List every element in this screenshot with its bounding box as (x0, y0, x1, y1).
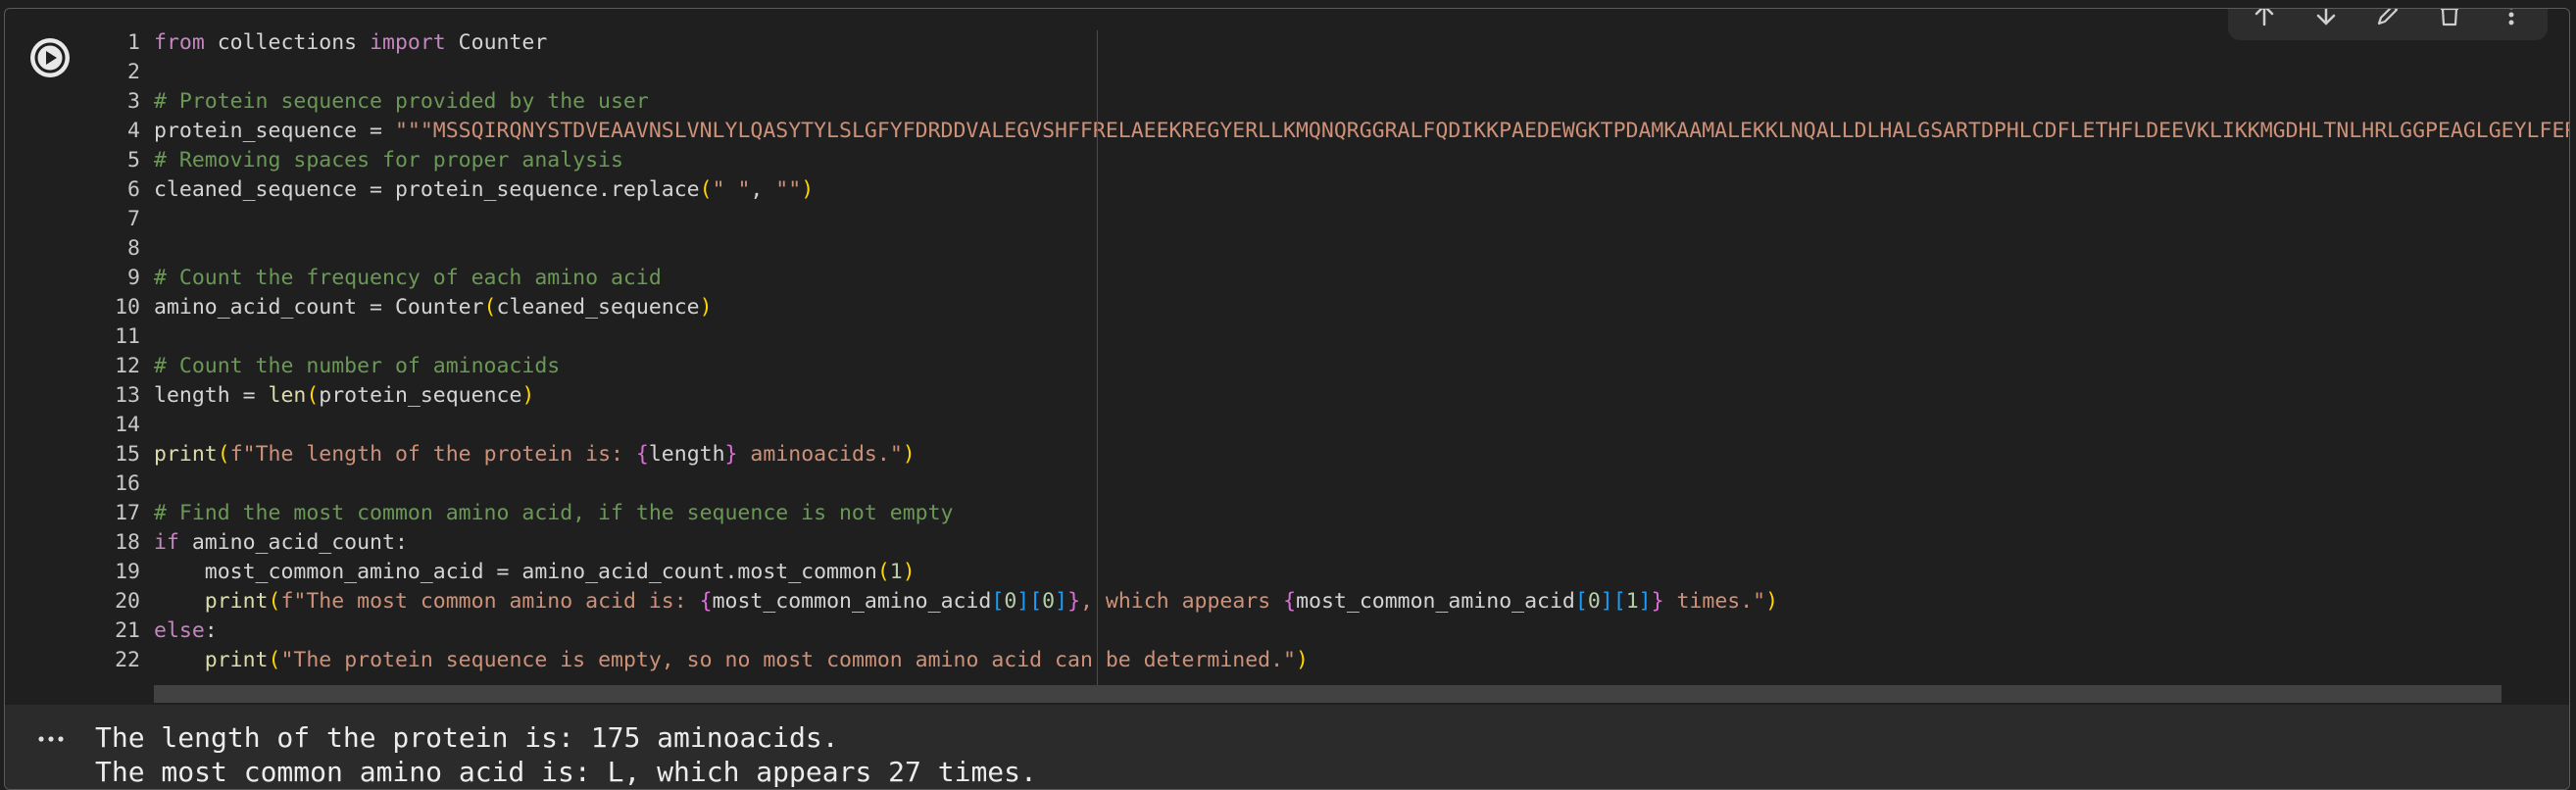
line-number: 11 (115, 324, 140, 349)
line-number: 3 (127, 89, 140, 114)
line-number: 17 (115, 501, 140, 525)
move-up-icon (2255, 9, 2274, 26)
edit-icon (2377, 9, 2399, 25)
output-menu-button[interactable] (34, 724, 68, 754)
line-number: 5 (127, 148, 140, 173)
code-text[interactable]: # Removing spaces for proper analysis (154, 146, 623, 175)
code-text[interactable]: print(f"The length of the protein is: {l… (154, 440, 916, 469)
line-number: 16 (115, 471, 140, 496)
column-ruler (1097, 30, 1098, 703)
code-text[interactable]: protein_sequence = """MSSQIRQNYSTDVEAAVN… (154, 117, 2569, 146)
output-line: The most common amino acid is: L, which … (95, 756, 1037, 788)
code-text[interactable]: print("The protein sequence is empty, so… (154, 646, 1309, 675)
code-text[interactable]: # Count the frequency of each amino acid (154, 264, 662, 293)
line-number: 15 (115, 442, 140, 467)
code-text[interactable]: # Count the number of aminoacids (154, 352, 560, 381)
line-number: 22 (115, 648, 140, 672)
more-horizontal-icon (38, 736, 64, 742)
line-number: 9 (127, 266, 140, 290)
line-number: 21 (115, 618, 140, 643)
more-options-icon (2508, 9, 2514, 25)
output-text: The length of the protein is: 175 aminoa… (95, 720, 1037, 789)
code-text[interactable]: length = len(protein_sequence) (154, 381, 534, 411)
code-text[interactable]: amino_acid_count = Counter(cleaned_seque… (154, 293, 713, 322)
line-number: 18 (115, 530, 140, 555)
line-number: 20 (115, 589, 140, 614)
code-text[interactable]: cleaned_sequence = protein_sequence.repl… (154, 175, 814, 205)
horizontal-scrollbar[interactable] (154, 685, 2502, 703)
line-number: 8 (127, 236, 140, 261)
code-text[interactable]: else: (154, 617, 218, 646)
line-number: 10 (115, 295, 140, 320)
code-editor[interactable]: 1 from collections import Counter 2 3 # Prot… (5, 28, 2569, 705)
code-text[interactable]: # Find the most common amino acid, if th… (154, 499, 953, 528)
line-number: 4 (127, 119, 140, 143)
line-number: 12 (115, 354, 140, 378)
line-number: 7 (127, 207, 140, 231)
line-number: 1 (127, 30, 140, 55)
code-text[interactable]: if amino_acid_count: (154, 528, 408, 558)
code-text[interactable]: from collections import Counter (154, 28, 547, 58)
move-down-icon (2316, 9, 2336, 25)
line-number: 2 (127, 60, 140, 84)
output-line: The length of the protein is: 175 aminoa… (95, 721, 839, 754)
cell-output: The length of the protein is: 175 aminoa… (5, 705, 2569, 789)
code-text[interactable]: print(f"The most common amino acid is: {… (154, 587, 1778, 617)
line-number: 13 (115, 383, 140, 408)
delete-icon (2440, 9, 2458, 26)
code-cell[interactable]: 1 from collections import Counter 2 3 # Prot… (4, 8, 2570, 790)
line-number: 19 (115, 560, 140, 584)
line-number: 14 (115, 413, 140, 437)
code-text[interactable]: # Protein sequence provided by the user (154, 87, 649, 117)
line-number: 6 (127, 177, 140, 202)
code-text[interactable]: most_common_amino_acid = amino_acid_coun… (154, 558, 916, 587)
